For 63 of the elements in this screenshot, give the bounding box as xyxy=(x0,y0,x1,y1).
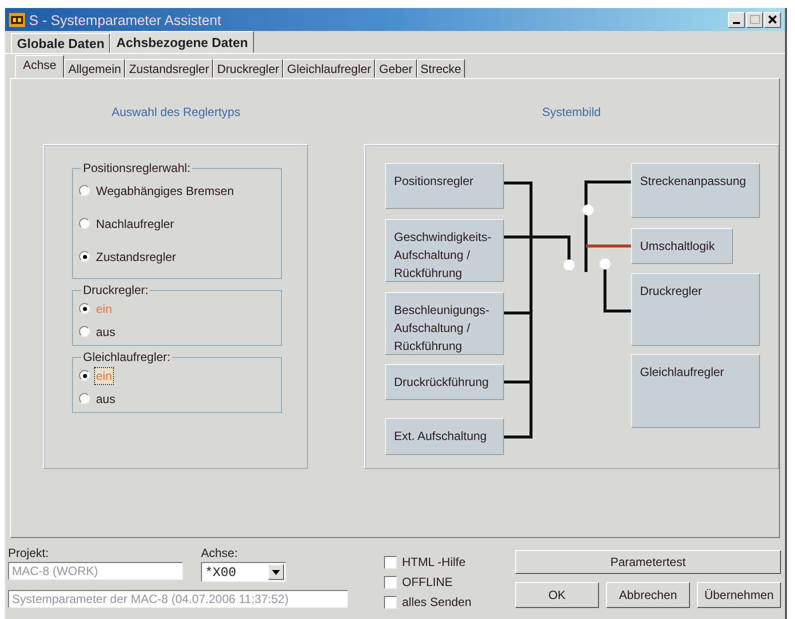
field-label: Achse: xyxy=(201,546,239,560)
tab[interactable]: Achse xyxy=(15,55,64,78)
diagram-block: Positionsregler xyxy=(385,163,504,209)
checkbox-label: OFFLINE xyxy=(402,575,453,589)
radio-label: Zustandsregler xyxy=(95,248,178,266)
tab[interactable]: Gleichlaufregler xyxy=(283,59,376,78)
close-button[interactable] xyxy=(764,12,781,28)
radio-button[interactable] xyxy=(79,251,90,262)
dialog-button[interactable]: Abbrechen xyxy=(606,582,690,608)
maximize-button[interactable] xyxy=(746,12,763,28)
checkbox-label: HTML -Hilfe xyxy=(402,555,466,569)
radio-button[interactable] xyxy=(79,303,90,314)
radio-button[interactable] xyxy=(79,185,90,196)
contact-dot xyxy=(582,204,594,216)
field-label: Projekt: xyxy=(8,546,50,560)
minimize-button[interactable] xyxy=(728,12,745,28)
group-label: Druckregler: xyxy=(82,283,150,297)
tab[interactable]: Zustandsregler xyxy=(125,59,214,78)
diagram-block: Druckrückführung xyxy=(385,364,504,400)
window-title: S - Systemparameter Assistent xyxy=(29,12,222,28)
diagram-block: Streckenanpassung xyxy=(631,163,760,218)
radio-label: ein xyxy=(94,366,114,384)
radio-button[interactable] xyxy=(79,326,90,337)
section-title: Systembild xyxy=(541,104,602,120)
dropdown-arrow-icon xyxy=(272,570,280,574)
diagram-block: Gleichlaufregler xyxy=(631,354,760,428)
axis-dropdown[interactable]: *X00 xyxy=(201,562,286,582)
tab[interactable]: Druckregler xyxy=(213,59,284,78)
contact-dot xyxy=(564,260,574,270)
radio-label: aus xyxy=(95,390,116,408)
section-title: Auswahl des Reglertyps xyxy=(110,104,242,120)
maximize-icon xyxy=(750,15,760,24)
dialog-button[interactable]: Übernehmen xyxy=(697,582,781,608)
radio-label: Wegabhängiges Bremsen xyxy=(95,182,235,200)
checkbox[interactable] xyxy=(384,576,397,588)
minimize-icon xyxy=(733,22,740,24)
parametertest-button[interactable]: Parametertest xyxy=(515,550,781,574)
tab[interactable]: Globale Daten xyxy=(11,33,110,53)
radio-label: aus xyxy=(95,324,116,340)
radio-button[interactable] xyxy=(79,370,90,381)
diagram-block: Umschaltlogik xyxy=(631,228,733,264)
diagram-block: Geschwindigkeits-Aufschaltung / Rückführung xyxy=(385,219,504,282)
group-label: Gleichlaufregler: xyxy=(82,350,172,364)
dialog-button[interactable]: OK xyxy=(515,582,599,608)
tab[interactable]: Geber xyxy=(375,59,417,78)
tab[interactable]: Allgemein xyxy=(64,59,126,78)
app-icon xyxy=(9,12,25,26)
checkbox[interactable] xyxy=(384,556,397,568)
contact-dot xyxy=(600,258,610,270)
tab[interactable]: Achsbezogene Daten xyxy=(110,31,254,53)
close-icon xyxy=(768,15,777,24)
radio-button[interactable] xyxy=(79,218,90,229)
radio-label: Nachlaufregler xyxy=(95,216,176,232)
radio-button[interactable] xyxy=(79,393,90,404)
tab[interactable]: Strecke xyxy=(416,59,466,78)
diagram-block: Ext. Aufschaltung xyxy=(385,418,504,455)
radio-label: ein xyxy=(95,300,114,318)
diagram-block: Beschleunigungs-Aufschaltung / Rückführung xyxy=(385,292,504,355)
diagram-block: Druckregler xyxy=(631,273,760,346)
checkbox-label: alles Senden xyxy=(402,595,472,609)
connector-line xyxy=(504,236,570,261)
group-label: Positionsreglerwahl: xyxy=(82,161,192,175)
checkbox[interactable] xyxy=(384,596,397,608)
